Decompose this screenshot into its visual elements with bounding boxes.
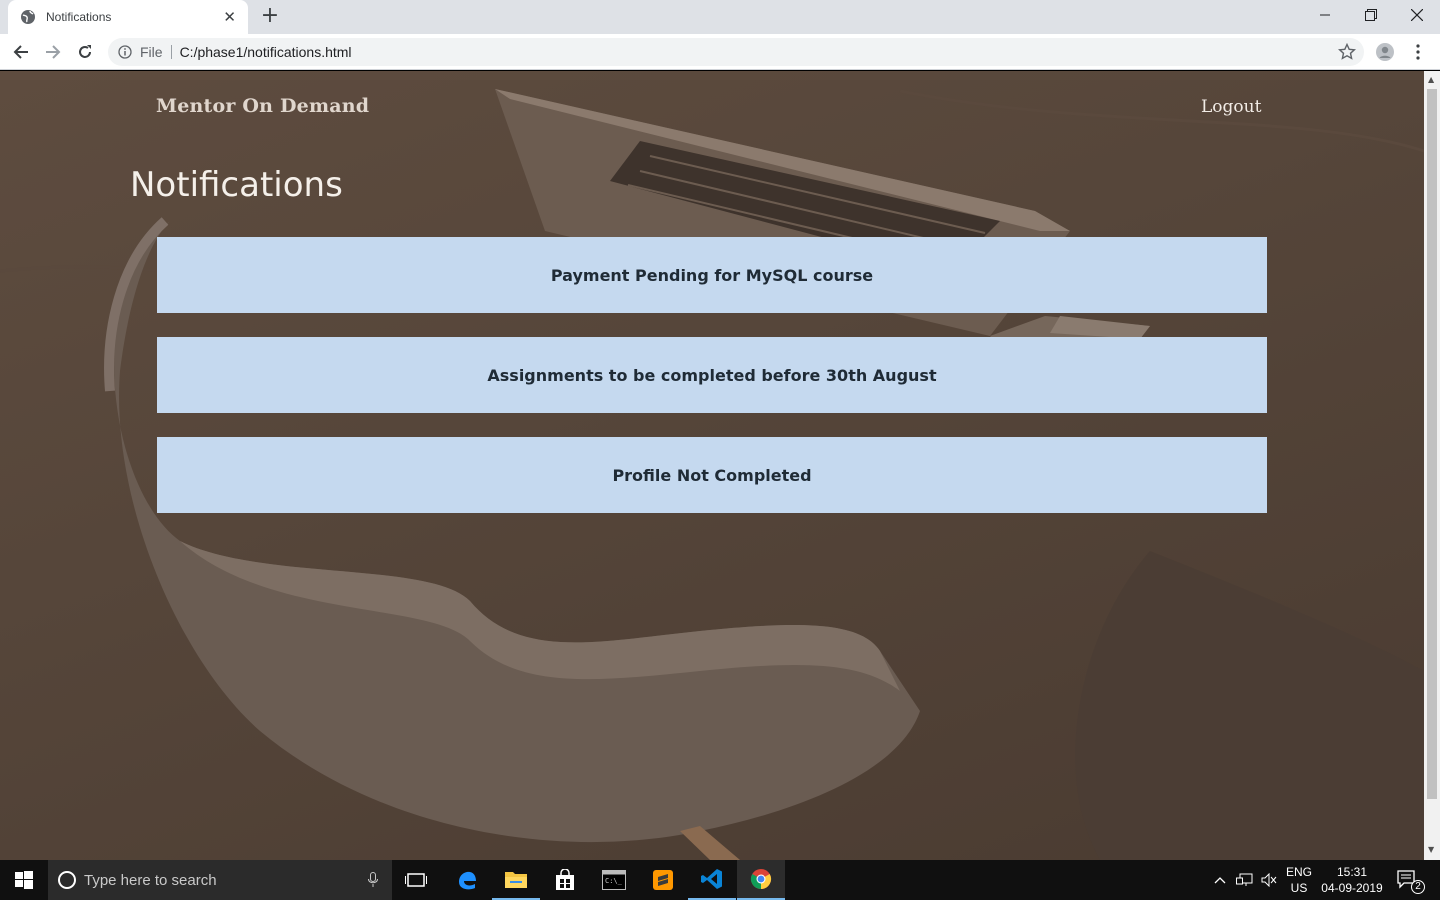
profile-button[interactable]	[1372, 39, 1398, 65]
tab-title: Notifications	[46, 10, 112, 24]
svg-text:C:\_: C:\_	[605, 877, 623, 885]
store-bag-icon	[556, 869, 574, 890]
vertical-scrollbar[interactable]: ▲ ▼	[1424, 71, 1440, 860]
taskbar-search[interactable]: Type here to search	[48, 860, 392, 900]
chevron-up-icon[interactable]	[1214, 876, 1226, 884]
task-view-icon	[405, 873, 427, 887]
notification-card[interactable]: Assignments to be completed before 30th …	[157, 337, 1267, 413]
terminal-icon: C:\_	[602, 870, 626, 890]
browser-toolbar: File C:/phase1/notifications.html	[0, 34, 1440, 70]
more-vertical-icon	[1416, 44, 1420, 60]
info-icon[interactable]	[118, 45, 132, 59]
back-button[interactable]	[8, 39, 34, 65]
taskbar-app-sublime[interactable]	[639, 860, 687, 900]
close-window-button[interactable]	[1394, 0, 1440, 30]
logout-link[interactable]: Logout	[1201, 97, 1261, 117]
scroll-down-icon[interactable]: ▼	[1428, 845, 1434, 854]
volume-muted-icon[interactable]	[1261, 873, 1277, 887]
clock[interactable]: 15:31 04-09-2019	[1318, 864, 1386, 896]
taskbar-app-vscode[interactable]	[688, 860, 736, 900]
notification-card[interactable]: Profile Not Completed	[157, 437, 1267, 513]
close-icon	[1411, 9, 1423, 21]
language-code: ENG	[1285, 865, 1312, 879]
taskbar-app-edge[interactable]	[443, 860, 491, 900]
arrow-right-icon	[46, 45, 61, 59]
notification-count-badge: 2	[1411, 880, 1425, 894]
start-button[interactable]	[0, 860, 48, 900]
notification-card[interactable]: Payment Pending for MySQL course	[157, 237, 1267, 313]
cortana-icon	[58, 871, 76, 889]
windows-taskbar: Type here to search C:\_ ENG US 15:31 04…	[0, 860, 1440, 900]
brand-logo[interactable]: Mentor On Demand	[156, 95, 369, 117]
minimize-button[interactable]	[1302, 0, 1348, 30]
page-viewport: Mentor On Demand Logout Notifications Pa…	[0, 71, 1424, 860]
clock-time: 15:31	[1336, 865, 1368, 879]
close-tab-icon[interactable]: ✕	[223, 9, 236, 25]
forward-button[interactable]	[40, 39, 66, 65]
vscode-icon	[701, 869, 722, 889]
url-text[interactable]: C:/phase1/notifications.html	[172, 44, 352, 60]
clock-date: 04-09-2019	[1321, 881, 1383, 895]
sublime-text-icon	[653, 870, 673, 890]
region-code: US	[1290, 881, 1308, 895]
address-bar[interactable]: File C:/phase1/notifications.html	[108, 38, 1364, 66]
chrome-icon	[750, 869, 772, 890]
search-placeholder: Type here to search	[84, 871, 217, 889]
globe-icon	[21, 10, 35, 24]
taskbar-app-chrome[interactable]	[737, 860, 785, 900]
browser-tab[interactable]: Notifications ✕	[8, 0, 248, 34]
reload-icon	[79, 45, 91, 58]
minimize-icon	[1320, 14, 1330, 16]
folder-icon	[505, 872, 527, 888]
windows-logo-icon	[15, 871, 33, 889]
url-scheme: File	[140, 45, 172, 59]
notification-text: Payment Pending for MySQL course	[550, 265, 874, 285]
action-center-button[interactable]: 2	[1386, 860, 1430, 900]
bookmark-star-icon[interactable]	[1338, 43, 1356, 61]
task-view-button[interactable]	[392, 860, 440, 900]
avatar-icon	[1376, 43, 1394, 61]
tab-strip: Notifications ✕ +	[0, 0, 1440, 34]
microphone-icon[interactable]	[368, 872, 378, 888]
scroll-up-icon[interactable]: ▲	[1428, 75, 1434, 84]
scrollbar-thumb[interactable]	[1427, 89, 1437, 799]
restore-icon	[1365, 9, 1377, 21]
notification-text: Profile Not Completed	[612, 465, 812, 485]
page-title: Notifications	[130, 165, 343, 205]
taskbar-app-terminal[interactable]: C:\_	[590, 860, 638, 900]
new-tab-button[interactable]: +	[258, 5, 282, 29]
arrow-left-icon	[13, 45, 28, 59]
network-icon[interactable]	[1236, 873, 1254, 887]
language-indicator[interactable]: ENG US	[1284, 864, 1314, 896]
browser-menu-button[interactable]	[1405, 39, 1431, 65]
taskbar-app-store[interactable]	[541, 860, 589, 900]
taskbar-app-file-explorer[interactable]	[492, 860, 540, 900]
restore-button[interactable]	[1348, 0, 1394, 30]
notification-text: Assignments to be completed before 30th …	[487, 365, 937, 385]
reload-button[interactable]	[72, 39, 98, 65]
edge-icon	[459, 871, 476, 890]
